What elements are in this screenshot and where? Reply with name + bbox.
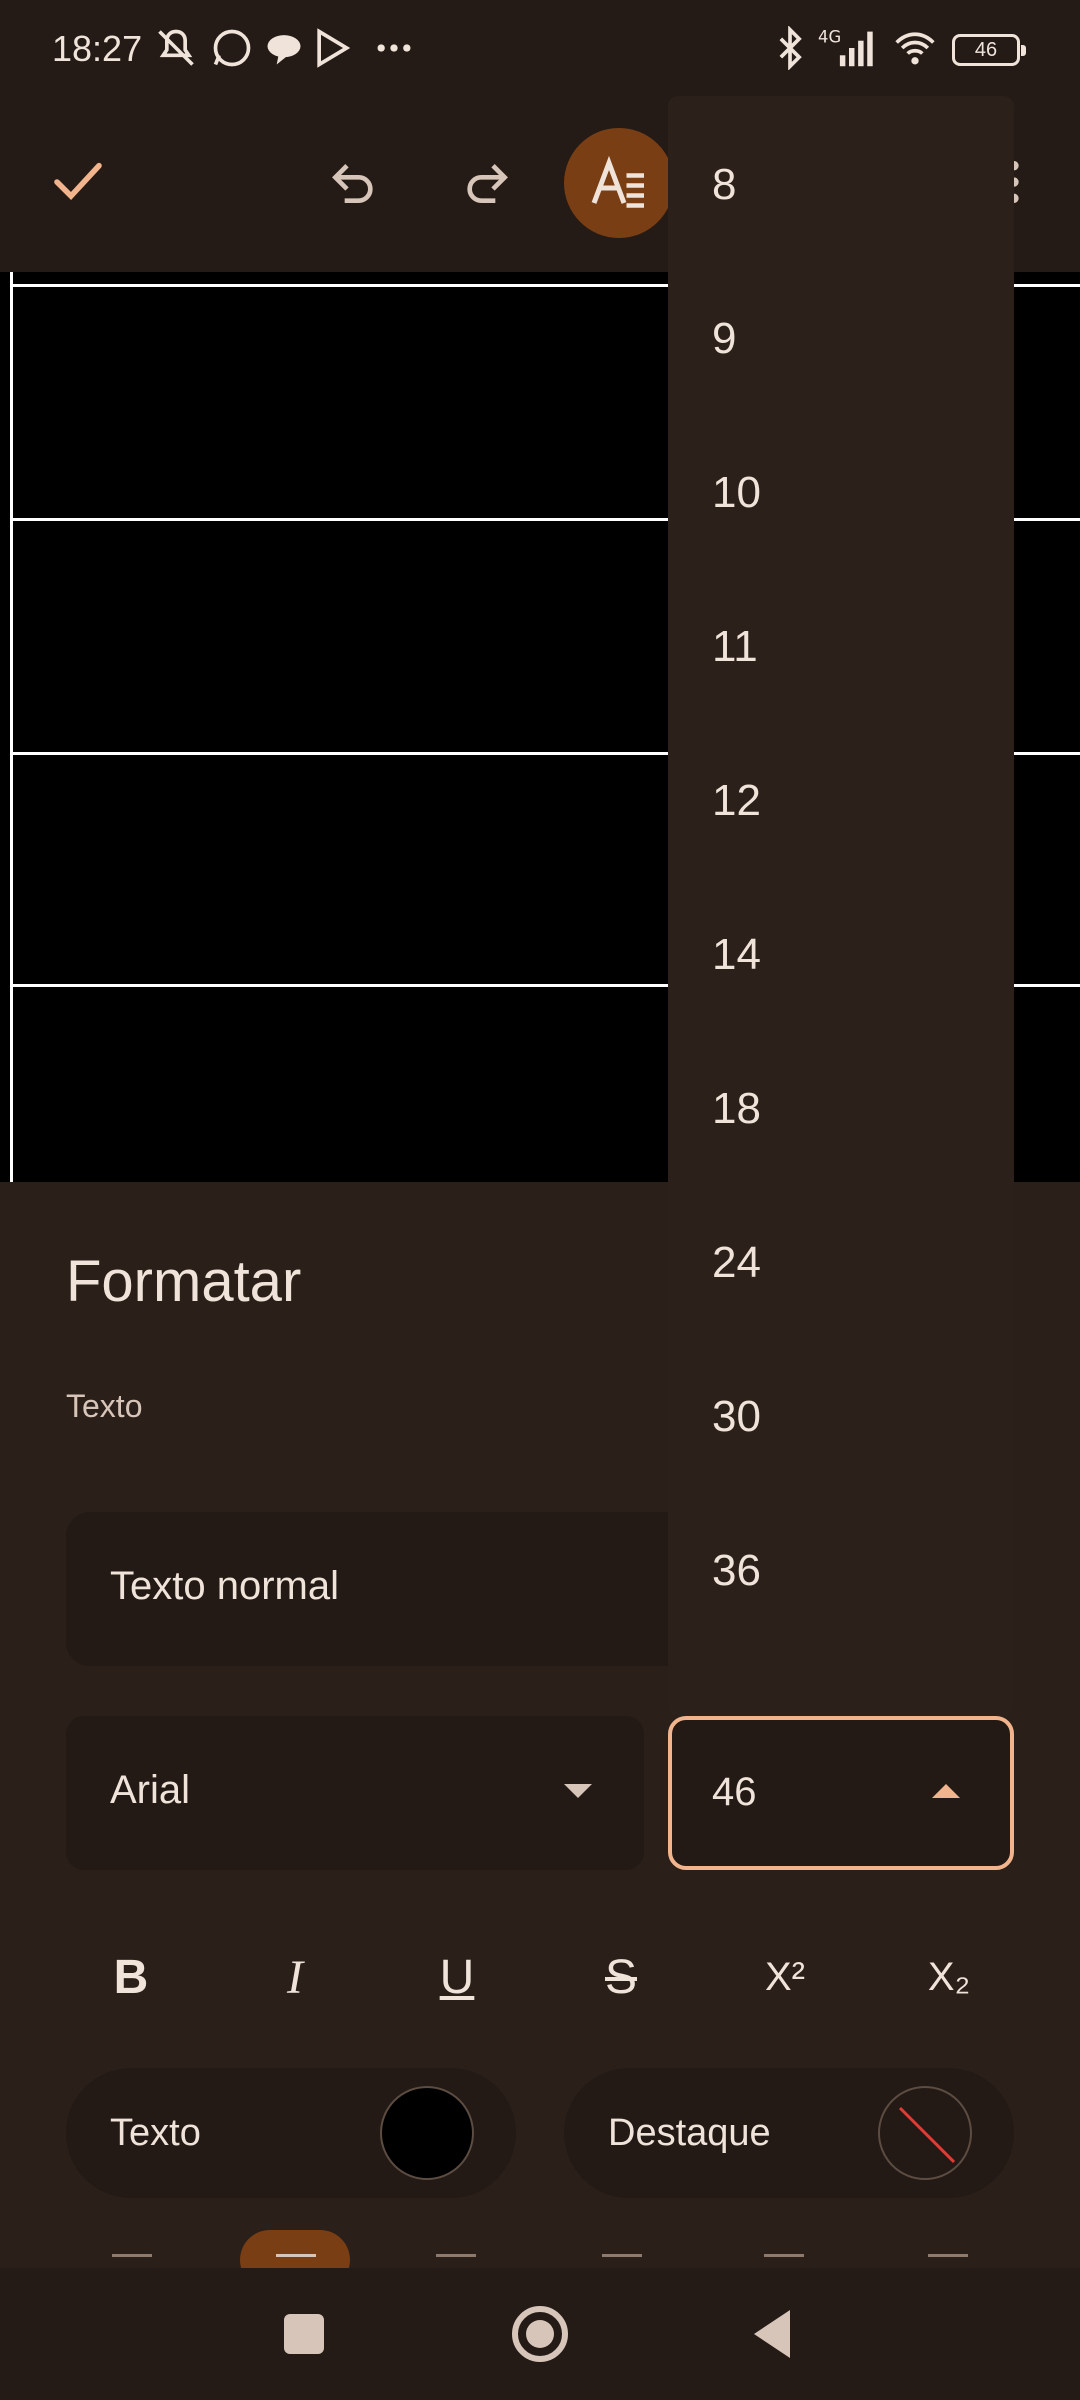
font-size-value: 46 bbox=[712, 1770, 757, 1814]
align-center-icon bbox=[276, 2254, 316, 2257]
font-size-option[interactable]: 8 bbox=[668, 108, 1014, 262]
align-center-button[interactable] bbox=[240, 2230, 350, 2268]
bluetooth-icon bbox=[779, 26, 802, 70]
font-size-option-label: 12 bbox=[712, 776, 761, 825]
table-border bbox=[10, 272, 13, 1182]
font-size-option-label: 30 bbox=[712, 1392, 761, 1441]
font-size-option-label: 10 bbox=[712, 468, 761, 517]
font-size-option[interactable]: 18 bbox=[668, 1032, 1014, 1186]
font-size-option[interactable]: 9 bbox=[668, 262, 1014, 416]
alignment-buttons bbox=[0, 2230, 1080, 2268]
strikethrough-button[interactable]: S bbox=[566, 1922, 676, 2032]
paragraph-style-value: Texto normal bbox=[110, 1564, 339, 1608]
svg-text:4G: 4G bbox=[818, 28, 841, 47]
more-icon bbox=[377, 44, 411, 52]
4g-signal-icon: 4G bbox=[818, 28, 873, 67]
font-size-option-label: 36 bbox=[712, 1546, 761, 1595]
font-size-option-label: 14 bbox=[712, 930, 761, 979]
font-size-option-label: 24 bbox=[712, 1238, 761, 1287]
font-size-option[interactable]: 30 bbox=[668, 1340, 1014, 1494]
font-size-option[interactable]: 24 bbox=[668, 1186, 1014, 1340]
text-style-buttons: B I U S X² X₂ bbox=[66, 1922, 1014, 2032]
text-color-button[interactable]: Texto bbox=[66, 2068, 516, 2198]
font-size-option-label: 9 bbox=[712, 314, 737, 363]
chevron-up-icon bbox=[932, 1784, 960, 1798]
check-icon bbox=[54, 162, 102, 201]
highlight-color-button[interactable]: Destaque bbox=[564, 2068, 1014, 2198]
back-button[interactable] bbox=[754, 2310, 790, 2358]
status-bar: 18:27 4G 46 bbox=[0, 0, 1080, 96]
subscript-icon: X₂ bbox=[927, 1954, 971, 1999]
italic-button[interactable]: I bbox=[240, 1922, 350, 2032]
font-size-option-label: 11 bbox=[712, 622, 758, 671]
indent-icon[interactable] bbox=[928, 2254, 968, 2257]
redo-button[interactable] bbox=[438, 134, 534, 230]
highlight-color-label: Destaque bbox=[608, 2112, 771, 2154]
align-justify-icon[interactable] bbox=[602, 2254, 642, 2257]
font-size-option[interactable]: 12 bbox=[668, 724, 1014, 878]
text-format-button[interactable] bbox=[564, 128, 674, 238]
undo-icon bbox=[332, 164, 373, 203]
superscript-button[interactable]: X² bbox=[730, 1922, 840, 2032]
navigation-bar bbox=[0, 2268, 1080, 2400]
status-time: 18:27 bbox=[52, 28, 143, 69]
home-button[interactable] bbox=[512, 2306, 568, 2362]
align-left-icon[interactable] bbox=[112, 2254, 152, 2257]
whatsapp-icon bbox=[213, 29, 251, 67]
color-row: Texto Destaque bbox=[66, 2068, 1014, 2198]
underline-icon: U bbox=[439, 1950, 475, 2004]
strikethrough-icon: S bbox=[604, 1950, 637, 2004]
play-store-icon bbox=[317, 28, 351, 68]
font-size-option-label: 8 bbox=[712, 160, 737, 209]
undo-button[interactable] bbox=[306, 134, 402, 230]
font-size-option-label: 18 bbox=[712, 1084, 761, 1133]
align-right-icon[interactable] bbox=[436, 2254, 476, 2257]
underline-button[interactable]: U bbox=[402, 1922, 512, 2032]
font-size-option[interactable]: 10 bbox=[668, 416, 1014, 570]
mute-icon bbox=[158, 29, 194, 66]
text-color-swatch bbox=[380, 2086, 474, 2180]
font-size-option[interactable]: 11 bbox=[668, 570, 1014, 724]
section-label-text: Texto bbox=[66, 1388, 143, 1424]
superscript-icon: X² bbox=[765, 1954, 805, 1999]
text-format-icon bbox=[591, 155, 644, 208]
no-color-icon bbox=[878, 2086, 972, 2180]
font-family-value: Arial bbox=[110, 1768, 191, 1812]
subscript-button[interactable]: X₂ bbox=[894, 1922, 1004, 2032]
battery-icon: 46 bbox=[952, 34, 1026, 66]
wifi-icon bbox=[895, 32, 935, 65]
panel-title: Formatar bbox=[66, 1249, 302, 1314]
font-size-option[interactable]: 14 bbox=[668, 878, 1014, 1032]
font-family-select[interactable]: Arial bbox=[66, 1716, 644, 1870]
chat-icon bbox=[267, 35, 301, 65]
bold-button[interactable]: B bbox=[76, 1922, 186, 2032]
line-spacing-icon[interactable] bbox=[764, 2254, 804, 2257]
chevron-down-icon bbox=[564, 1784, 592, 1798]
redo-icon bbox=[467, 164, 508, 203]
font-size-menu: 8 9 10 11 12 14 18 24 30 36 bbox=[668, 96, 1014, 1716]
font-size-select[interactable]: 46 bbox=[668, 1716, 1014, 1870]
recents-button[interactable] bbox=[284, 2314, 324, 2354]
italic-icon: I bbox=[287, 1950, 303, 2004]
text-color-label: Texto bbox=[110, 2112, 201, 2154]
bold-icon: B bbox=[113, 1950, 149, 2004]
done-button[interactable] bbox=[30, 134, 126, 230]
font-size-option[interactable]: 36 bbox=[668, 1494, 1014, 1648]
